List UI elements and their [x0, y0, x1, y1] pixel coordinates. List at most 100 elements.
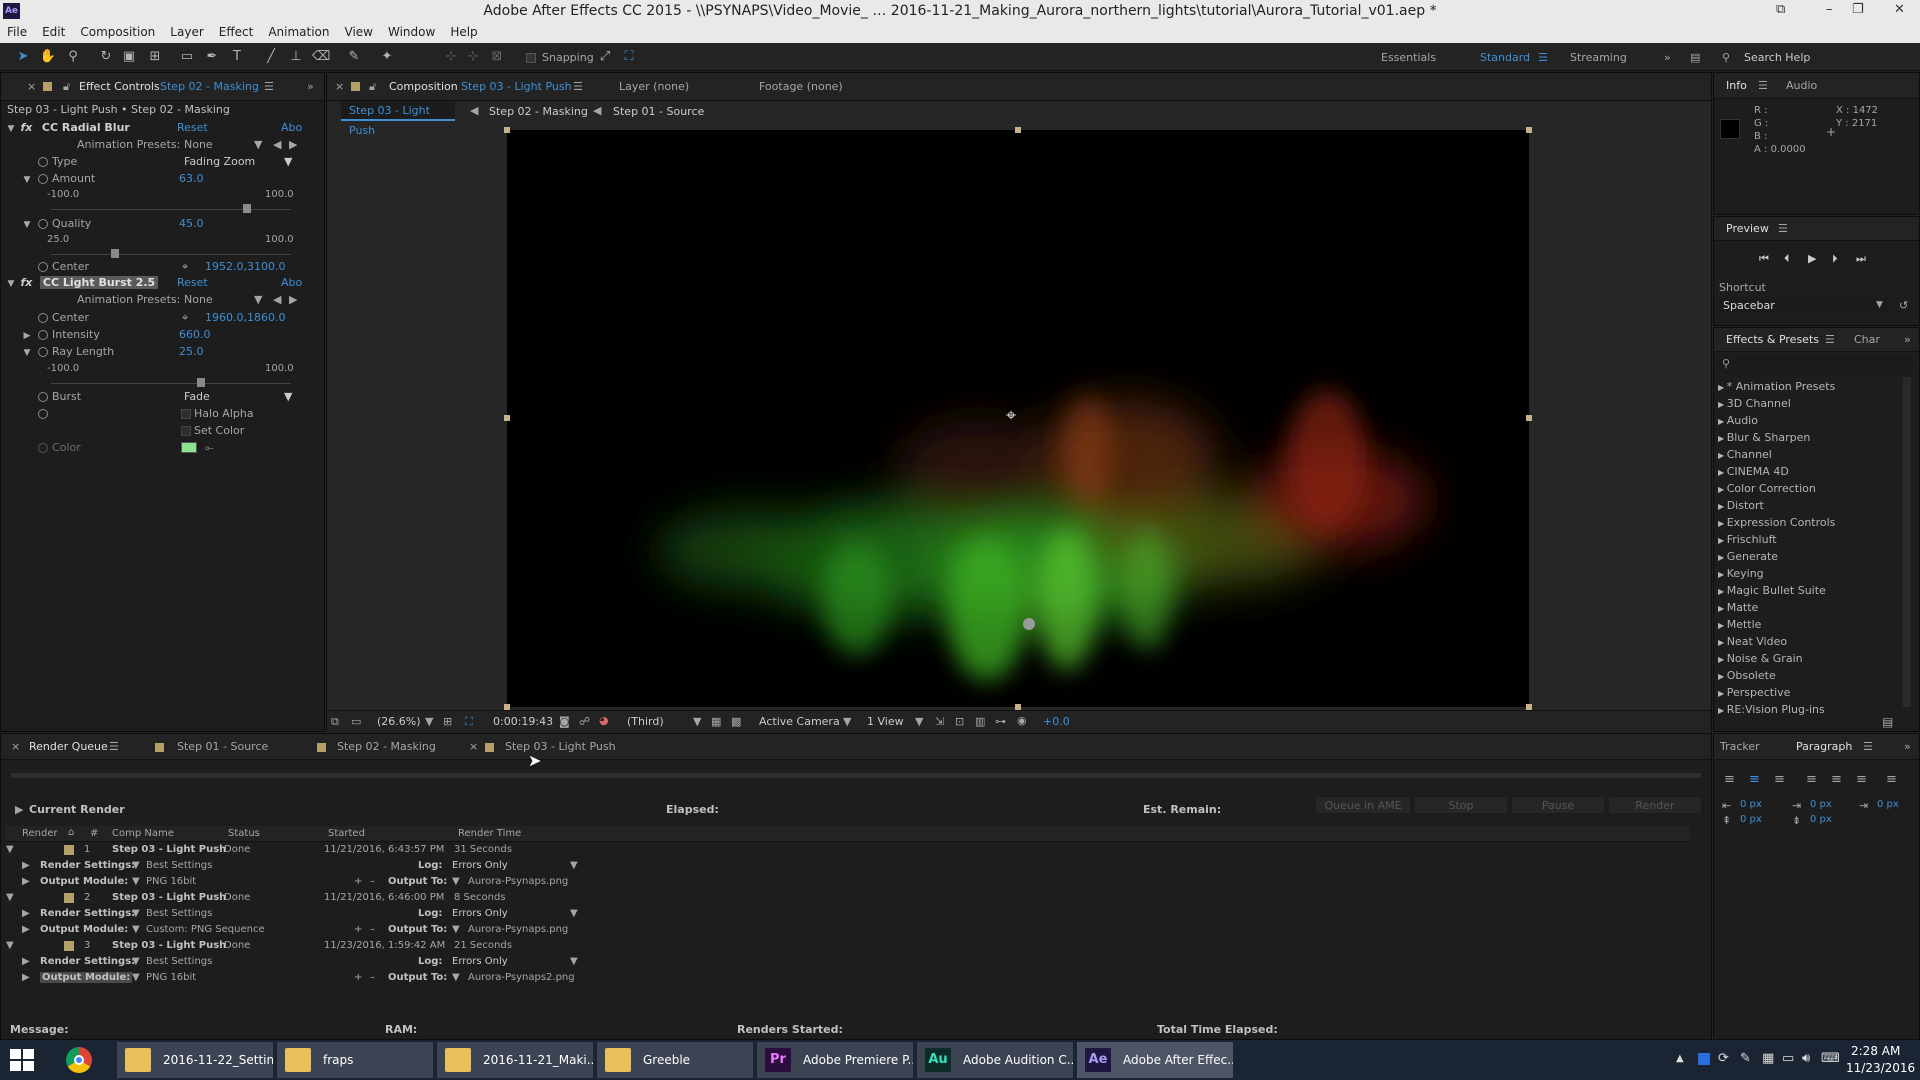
remove-output-icon[interactable]: – [370, 924, 375, 935]
expand-triangle-icon[interactable]: ▶ [22, 860, 30, 871]
expand-panels-icon[interactable]: » [1904, 736, 1911, 758]
close-icon[interactable]: ✕ [1894, 2, 1905, 17]
maximize-icon[interactable]: ❐ [1852, 2, 1864, 17]
transform-handle[interactable] [504, 415, 510, 421]
reset-button[interactable]: Reset [177, 276, 208, 290]
effects-category[interactable]: ▶ * Animation Presets [1718, 380, 1835, 393]
align-right-icon[interactable]: ≡ [1774, 772, 1785, 787]
current-render-expand-icon[interactable]: ▶ [15, 803, 23, 816]
add-output-icon[interactable]: + [354, 924, 362, 935]
indent-first-value[interactable]: 0 px [1810, 799, 1832, 810]
workspace-standard[interactable]: Standard [1480, 51, 1530, 64]
panel-menu-icon[interactable]: ☰ [109, 736, 119, 758]
camera-tool-icon[interactable]: ▣ [120, 48, 138, 65]
taskbar-folder-greeble[interactable]: Greeble [597, 1042, 753, 1078]
effects-category[interactable]: ▶ Magic Bullet Suite [1718, 584, 1826, 597]
output-file-value[interactable]: Aurora-Psynaps.png [468, 876, 568, 887]
expand-triangle-icon[interactable]: ▶ [22, 876, 30, 887]
pen-icon[interactable]: ✎ [1740, 1051, 1751, 1066]
transform-handle[interactable] [1526, 127, 1532, 133]
space-before-value[interactable]: 0 px [1740, 814, 1762, 825]
output-module-value[interactable]: PNG 16bit [146, 876, 196, 887]
quality-slider-handle[interactable] [111, 249, 120, 258]
sync-settings-icon[interactable]: ▤ [1690, 51, 1700, 64]
always-preview-icon[interactable]: ⧉ [331, 715, 339, 729]
windows-start-icon[interactable] [10, 1049, 34, 1071]
queue-in-ame-button[interactable]: Queue in AME [1315, 796, 1411, 814]
stop-button[interactable]: Stop [1414, 796, 1508, 814]
type-dropdown[interactable]: Fading Zoom ▼ [184, 155, 296, 169]
effect-controls-layer[interactable]: Step 02 - Masking [160, 76, 259, 98]
monitor-icon[interactable]: ▭ [351, 715, 361, 728]
puppet-pin-tool-icon[interactable]: ✦ [378, 48, 396, 65]
render-checkbox[interactable] [64, 893, 74, 903]
center-value[interactable]: 1960.0,1860.0 [205, 311, 285, 325]
transform-handle[interactable] [1526, 415, 1532, 421]
ray-length-slider-handle[interactable] [197, 378, 205, 387]
transform-handle[interactable] [1015, 127, 1021, 133]
crosshair-icon[interactable]: ⌖ [182, 311, 188, 325]
about-button[interactable]: Abo [281, 121, 302, 135]
pen-tool-icon[interactable]: ✒ [203, 48, 221, 65]
transform-handle[interactable] [504, 127, 510, 133]
render-button[interactable]: Render [1608, 796, 1702, 814]
network-icon[interactable]: ▦ [1762, 1051, 1774, 1066]
taskbar-after-effects[interactable]: Ae Adobe After Effec... [1077, 1042, 1233, 1078]
panel-menu-icon[interactable]: ☰ [1758, 75, 1768, 97]
stopwatch-icon[interactable] [38, 217, 48, 231]
new-bin-icon[interactable]: ▤ [1882, 715, 1893, 729]
menu-effect[interactable]: Effect [212, 23, 262, 39]
clone-stamp-tool-icon[interactable]: ⊥ [287, 48, 305, 65]
intensity-value[interactable]: 660.0 [179, 328, 211, 342]
tag-icon[interactable]: ⌂ [68, 827, 74, 838]
collapse-triangle-icon[interactable]: ▼ [5, 277, 17, 291]
fast-previews-icon[interactable]: ▦ [711, 715, 721, 728]
effects-category[interactable]: ▶ Distort [1718, 499, 1764, 512]
set-color-checkbox[interactable] [181, 426, 191, 436]
effects-category[interactable]: ▶ Color Correction [1718, 482, 1816, 495]
menu-window[interactable]: Window [381, 23, 443, 39]
justify-left-icon[interactable]: ≡ [1806, 772, 1817, 787]
column-status[interactable]: Status [228, 828, 260, 839]
shortcut-dropdown[interactable]: Spacebar [1719, 297, 1889, 315]
chrome-icon[interactable] [66, 1047, 92, 1073]
quality-slider-track[interactable] [51, 254, 291, 255]
animation-presets-dropdown[interactable]: None ▼ [184, 138, 264, 152]
camera-dropdown[interactable]: Active Camera [759, 715, 840, 728]
chevron-down-icon[interactable]: ▼ [132, 860, 140, 871]
search-help-input[interactable]: Search Help [1744, 51, 1810, 64]
chevron-down-icon[interactable]: ▼ [132, 924, 140, 935]
taskbar-audition[interactable]: Au Adobe Audition C... [917, 1042, 1073, 1078]
stopwatch-icon[interactable] [38, 390, 48, 404]
chevron-down-icon[interactable]: ▼ [132, 876, 140, 887]
column-number[interactable]: # [90, 828, 98, 839]
selection-tool-icon[interactable]: ➤ [14, 48, 32, 65]
quality-value[interactable]: 45.0 [179, 217, 204, 231]
comp-name[interactable]: Step 03 - Light Push [112, 940, 226, 951]
effects-search-input[interactable]: ⚲ [1718, 356, 1914, 374]
menu-composition[interactable]: Composition [73, 23, 163, 39]
effects-category[interactable]: ▶ Expression Controls [1718, 516, 1835, 529]
close-tab-icon[interactable]: × [11, 736, 20, 758]
reset-exposure-icon[interactable]: ◉ [1017, 714, 1027, 727]
chevron-down-icon[interactable]: ▼ [570, 956, 578, 967]
expand-panels-icon[interactable]: » [307, 76, 314, 98]
effects-category[interactable]: ▶ CINEMA 4D [1718, 465, 1789, 478]
previous-preset-icon[interactable]: ◀ [273, 293, 281, 307]
stopwatch-icon[interactable] [38, 311, 48, 325]
render-settings-value[interactable]: Best Settings [146, 956, 212, 967]
remove-output-icon[interactable]: – [370, 972, 375, 983]
log-dropdown[interactable]: Errors Only [452, 860, 508, 871]
menu-edit[interactable]: Edit [35, 23, 73, 39]
composition-canvas[interactable] [507, 130, 1529, 707]
intensity-expand-icon[interactable]: ▶ [21, 328, 33, 342]
collapse-triangle-icon[interactable]: ▼ [6, 940, 14, 951]
align-center-icon[interactable]: ≡ [1749, 772, 1760, 787]
toggle-pixel-aspect-icon[interactable]: ⇲ [935, 715, 944, 728]
taskbar-folder-settings[interactable]: 2016-11-22_Settin... [117, 1042, 273, 1078]
stopwatch-icon[interactable] [38, 328, 48, 342]
transparency-grid-icon[interactable]: ▩ [731, 715, 741, 728]
panel-menu-icon[interactable]: ☰ [1778, 218, 1788, 240]
composition-name[interactable]: Step 03 - Light Push [461, 76, 572, 98]
pause-button[interactable]: Pause [1511, 796, 1605, 814]
